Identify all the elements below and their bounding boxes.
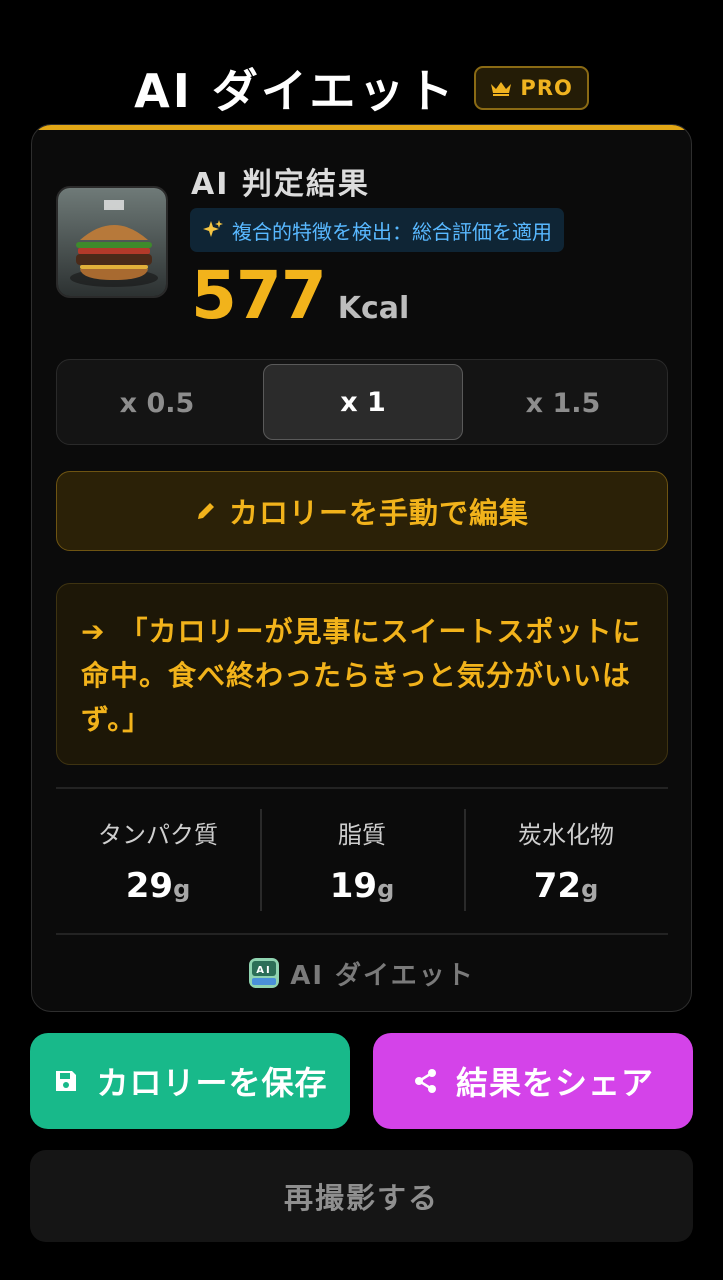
brand-name: AI ダイエット: [290, 960, 475, 991]
nutrition-value: 19: [329, 866, 378, 906]
calorie-unit: Kcal: [337, 291, 410, 326]
nutrition-value: 29: [125, 866, 174, 906]
floppy-disk-icon: [56, 1071, 77, 1091]
divider: [56, 933, 668, 935]
nutrition-label: 炭水化物: [518, 821, 614, 849]
app-title: AI ダイエット: [134, 64, 457, 118]
brand-footer: AI AI ダイエット: [32, 955, 691, 991]
detection-tag: 複合的特徴を検出：総合評価を適用: [190, 208, 564, 252]
pro-badge: PRO: [474, 66, 589, 110]
nutrition-label: タンパク質: [98, 821, 218, 849]
svg-text:AI: AI: [256, 965, 271, 976]
sparkles-icon: [203, 220, 223, 237]
calorie-value: 577: [191, 257, 327, 334]
share-result-label: 結果をシェア: [455, 1064, 654, 1102]
card-accent-line: [32, 125, 691, 130]
portion-option-1[interactable]: x 1: [263, 364, 463, 440]
calorie-readout: 577 Kcal: [191, 257, 409, 334]
portion-selector: x 0.5 x 1 x 1.5: [56, 359, 668, 445]
crown-icon: [491, 82, 512, 96]
result-card: AI 判定結果 複合的特徴を検出：総合評価を適用 577 Kcal x 0.5 …: [31, 124, 692, 1012]
save-calories-label: カロリーを保存: [96, 1064, 328, 1102]
result-screen: AI ダイエット PRO AI 判定結果 複合的特徴を検出：総合評価を適用 57…: [0, 0, 723, 1280]
manual-edit-label: カロリーを手動で編集: [228, 496, 529, 530]
nutrition-fat: 脂質 19g: [260, 809, 464, 911]
share-icon: [414, 1069, 436, 1093]
nutrition-unit: g: [581, 875, 599, 903]
manual-edit-button[interactable]: カロリーを手動で編集: [56, 471, 668, 551]
share-result-button[interactable]: 結果をシェア: [373, 1033, 693, 1129]
pencil-icon: [197, 503, 214, 519]
food-photo[interactable]: [56, 186, 168, 298]
pro-badge-label: PRO: [520, 76, 573, 100]
nutrition-value: 72: [533, 866, 582, 906]
portion-option-0.5[interactable]: x 0.5: [57, 360, 257, 446]
nutrition-unit: g: [173, 875, 191, 903]
ai-comment: ➔ 「カロリーが見事にスイートスポットに命中。食べ終わったらきっと気分がいいはず。…: [56, 583, 668, 765]
app-icon: AI: [249, 958, 280, 988]
ai-comment-text: 「カロリーが見事にスイートスポットに命中。食べ終わったらきっと気分がいいはず。」: [81, 615, 642, 736]
nutrition-unit: g: [377, 875, 395, 903]
detection-tag-text: 複合的特徴を検出：総合評価を適用: [232, 219, 552, 244]
portion-option-1.5[interactable]: x 1.5: [463, 360, 663, 446]
nutrition-protein: タンパク質 29g: [56, 809, 260, 911]
nutrition-carbs: 炭水化物 72g: [464, 809, 668, 911]
result-title: AI 判定結果: [191, 167, 370, 202]
header: AI ダイエット PRO: [0, 56, 723, 120]
arrow-right-icon: ➔: [81, 615, 106, 648]
nutrition-summary: タンパク質 29g 脂質 19g 炭水化物 72g: [56, 809, 668, 911]
retake-photo-button[interactable]: 再撮影する: [30, 1150, 693, 1242]
save-calories-button[interactable]: カロリーを保存: [30, 1033, 350, 1129]
burger-photo-icon: [58, 188, 166, 296]
divider: [56, 787, 668, 789]
nutrition-label: 脂質: [338, 821, 386, 849]
